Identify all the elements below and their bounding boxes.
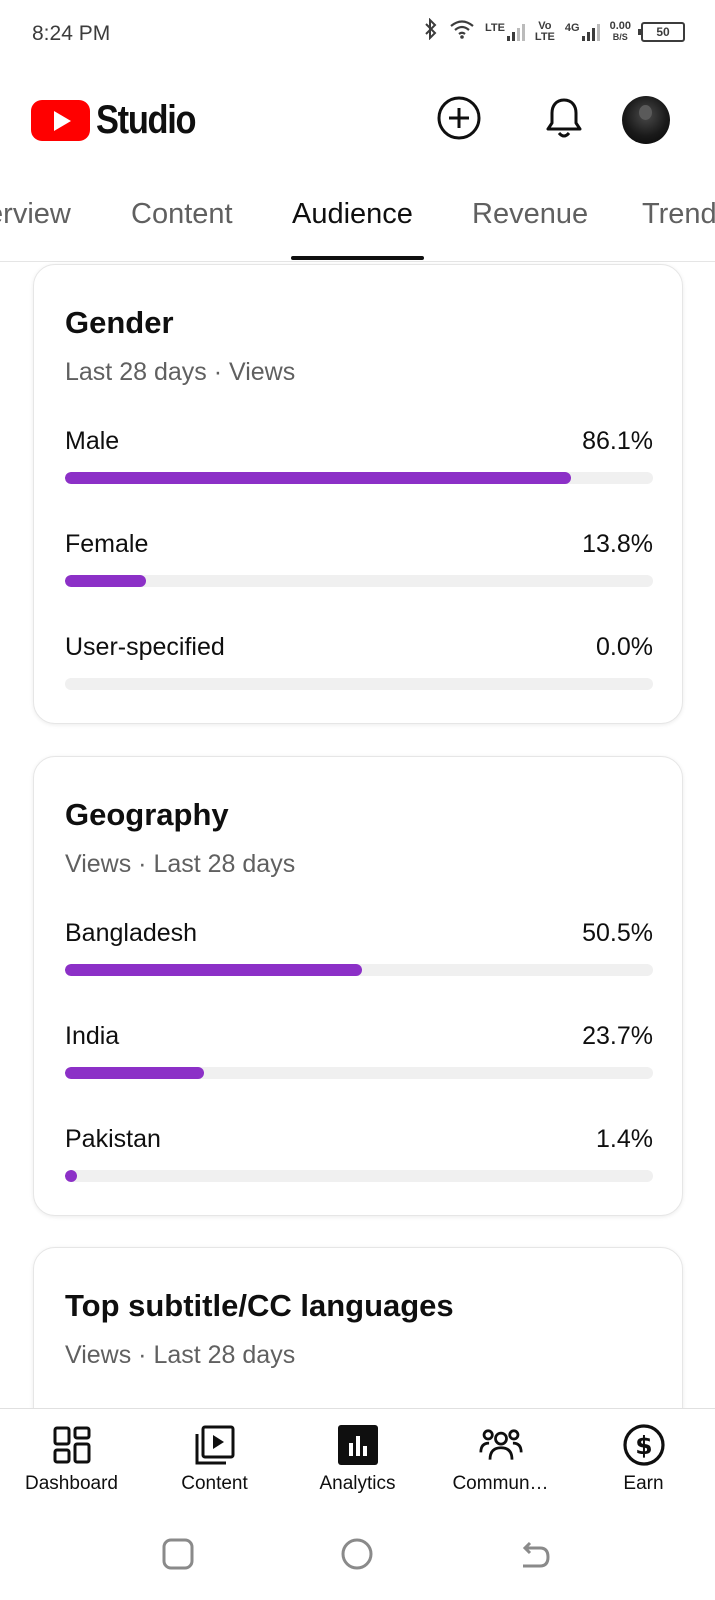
create-button[interactable] (433, 94, 485, 146)
progress-fill (65, 1170, 77, 1182)
studio-logo[interactable]: Studio (31, 98, 211, 143)
signal-icon (581, 23, 600, 41)
analytics-icon (336, 1423, 380, 1467)
community-icon (478, 1423, 523, 1467)
card-title: Gender (65, 305, 174, 340)
tab-overview[interactable]: Overview (0, 198, 71, 231)
tab-content[interactable]: Content (131, 198, 233, 231)
avatar[interactable] (622, 96, 670, 144)
gender-card[interactable]: Gender Last 28 days · Views Male 86.1% F… (33, 264, 683, 724)
nav-content[interactable]: Content (143, 1409, 286, 1513)
row-value: 86.1% (582, 427, 653, 455)
nav-community[interactable]: Commun… (429, 1409, 572, 1513)
progress-bar (65, 472, 653, 484)
signal-icon (506, 23, 525, 41)
progress-bar (65, 964, 653, 976)
content-icon (193, 1423, 237, 1467)
card-subtitle: Last 28 days · Views (65, 358, 296, 386)
nav-dashboard[interactable]: Dashboard (0, 1409, 143, 1513)
card-subtitle: Views · Last 28 days (65, 850, 296, 878)
row-label: Pakistan (65, 1125, 161, 1153)
card-subtitle: Views · Last 28 days (65, 1341, 296, 1369)
home-icon (340, 1537, 374, 1576)
recents-icon (161, 1537, 195, 1576)
nav-label: Content (181, 1473, 248, 1494)
progress-fill (65, 1067, 205, 1079)
progress-bar (65, 1067, 653, 1079)
list-item: Bangladesh 50.5% (65, 919, 653, 979)
volte-top: Vo (538, 19, 552, 32)
nav-label: Dashboard (25, 1473, 118, 1494)
battery-level: 50 (656, 24, 670, 39)
row-value: 13.8% (582, 530, 653, 558)
active-tab-indicator (291, 256, 424, 260)
nav-label: Analytics (319, 1473, 396, 1494)
nav-earn[interactable]: $ Earn (572, 1409, 715, 1513)
row-value: 1.4% (596, 1125, 653, 1153)
status-bar: 8:24 PM LTE Vo LTE 4G 0.00 B/S 50 (0, 0, 715, 72)
card-title: Geography (65, 797, 229, 832)
create-icon (436, 95, 482, 146)
battery-icon: 50 (638, 21, 685, 42)
svg-text:$: $ (635, 1431, 652, 1460)
home-button[interactable] (335, 1534, 379, 1578)
bluetooth-icon (423, 17, 439, 45)
card-title: Top subtitle/CC languages (65, 1288, 454, 1323)
youtube-logo-icon (31, 100, 90, 141)
4g-signal-indicator: 4G (564, 21, 600, 41)
list-item: User-specified 0.0% (65, 633, 653, 693)
nav-analytics[interactable]: Analytics (286, 1409, 429, 1513)
list-item: Female 13.8% (65, 530, 653, 590)
back-button[interactable] (513, 1534, 557, 1578)
recents-button[interactable] (156, 1534, 200, 1578)
row-label: Bangladesh (65, 919, 198, 947)
tab-revenue[interactable]: Revenue (472, 198, 588, 231)
earn-icon: $ (622, 1423, 666, 1467)
progress-fill (65, 472, 572, 484)
row-label: User-specified (65, 633, 225, 661)
system-navigation-bar (0, 1512, 715, 1600)
tab-audience[interactable]: Audience (292, 198, 413, 231)
network-speed: 0.00 B/S (609, 19, 631, 43)
progress-bar (65, 575, 653, 587)
4g-label: 4G (564, 21, 580, 34)
nav-label: Commun… (452, 1473, 549, 1494)
notifications-icon (543, 95, 585, 146)
list-item: Male 86.1% (65, 427, 653, 487)
progress-bar (65, 1170, 653, 1182)
progress-fill (65, 964, 362, 976)
volte-bottom: LTE (534, 30, 555, 43)
row-label: Male (65, 427, 120, 455)
row-label: Female (65, 530, 149, 558)
progress-bar (65, 678, 653, 690)
speed-value: 0.00 (609, 19, 631, 32)
row-value: 23.7% (582, 1022, 653, 1050)
lte-label: LTE (484, 21, 505, 34)
nav-label: Earn (623, 1473, 664, 1494)
row-value: 50.5% (582, 919, 653, 947)
list-item: Pakistan 1.4% (65, 1125, 653, 1185)
geography-card[interactable]: Geography Views · Last 28 days Banglades… (33, 756, 683, 1216)
status-icons: LTE Vo LTE 4G 0.00 B/S 50 (423, 17, 685, 45)
dashboard-icon (50, 1423, 94, 1467)
speed-unit: B/S (612, 31, 628, 42)
tab-trends[interactable]: Trends (642, 198, 715, 231)
tab-bar: Overview Content Audience Revenue Trends (0, 172, 715, 262)
row-label: India (65, 1022, 120, 1050)
back-icon (518, 1537, 552, 1576)
list-item: India 23.7% (65, 1022, 653, 1082)
volte-indicator: Vo LTE (534, 19, 555, 43)
bottom-navigation: Dashboard Content Analytics Commun… $ Ea… (0, 1408, 715, 1512)
status-time: 8:24 PM (32, 22, 111, 45)
notifications-button[interactable] (538, 94, 590, 146)
logo-text: Studio (96, 98, 197, 142)
wifi-icon (449, 19, 475, 44)
lte-signal-indicator: LTE (484, 21, 525, 41)
row-value: 0.0% (596, 633, 653, 661)
app-header: Studio (0, 78, 715, 164)
progress-fill (65, 575, 147, 587)
